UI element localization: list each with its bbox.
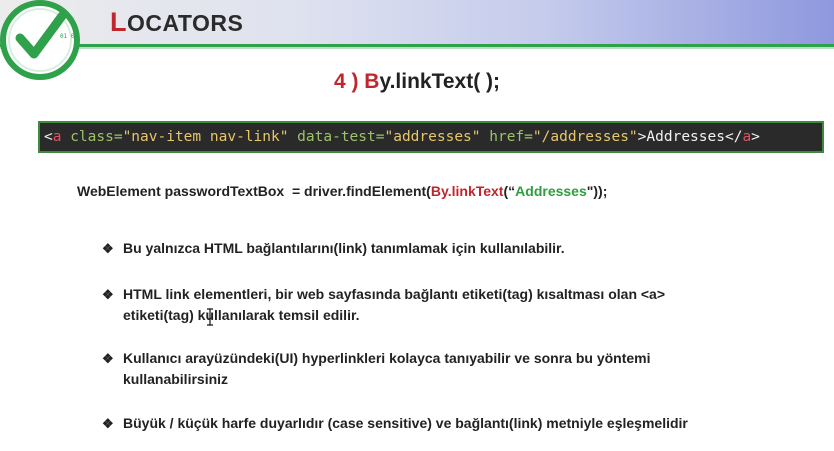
html-code-snippet: <a class="nav-item nav-link" data-test="…	[38, 121, 824, 153]
bullet-text-line: HTML link elementleri, bir web sayfasınd…	[123, 286, 666, 302]
bullet-text-line: kullanabilirsiniz	[123, 371, 229, 387]
bullet-diamond-icon: ❖	[102, 241, 114, 256]
java-by-linktext: By.linkText	[430, 183, 504, 199]
java-argument: Addresses	[515, 183, 587, 199]
logo-badge-text: 01 01	[60, 33, 78, 40]
code-attr-href: href=	[480, 129, 533, 145]
bullet-text-line: Büyük / küçük harfe duyarlıdır (case sen…	[123, 415, 688, 431]
code-attr-datatest: data-test=	[288, 129, 385, 145]
code-link-text: >Addresses</	[637, 129, 743, 145]
page-title-rest: OCATORS	[127, 10, 244, 36]
bullet-text-line: etiketi(tag) kullanılarak temsil edilir.	[123, 307, 360, 323]
bullet-diamond-icon: ❖	[102, 287, 114, 302]
code-val-href: "/addresses"	[532, 129, 638, 145]
code-tag-close: a	[742, 129, 752, 145]
code-lt: <	[44, 129, 53, 145]
java-open-paren: (“	[503, 183, 516, 199]
code-attr-class: class=	[61, 129, 123, 145]
bullet-text-line: Bu yalnızca HTML bağlantılarını(link) ta…	[123, 240, 565, 256]
method-heading: 4 ) By.linkText( );	[0, 70, 834, 94]
bullet-text-line: Kullanıcı arayüzündeki(UI) hyperlinkleri…	[123, 350, 651, 366]
java-code-line: WebElement passwordTextBox = driver.find…	[77, 183, 607, 199]
code-gt: >	[751, 129, 760, 145]
header-divider-shadow	[0, 47, 834, 49]
java-close-paren: "));	[586, 183, 608, 199]
text-cursor-icon	[207, 308, 213, 326]
code-val-class: "nav-item nav-link"	[122, 129, 289, 145]
method-by-initial: B	[364, 70, 380, 93]
method-number: 4 )	[333, 70, 365, 93]
bullet-diamond-icon: ❖	[102, 351, 114, 366]
page-title-initial: L	[110, 7, 127, 37]
code-val-datatest: "addresses"	[384, 129, 481, 145]
page-title: LOCATORS	[110, 7, 243, 38]
method-name: y.linkText( );	[379, 70, 501, 93]
java-prefix: WebElement passwordTextBox = driver.find…	[77, 183, 431, 199]
bullet-diamond-icon: ❖	[102, 416, 114, 431]
